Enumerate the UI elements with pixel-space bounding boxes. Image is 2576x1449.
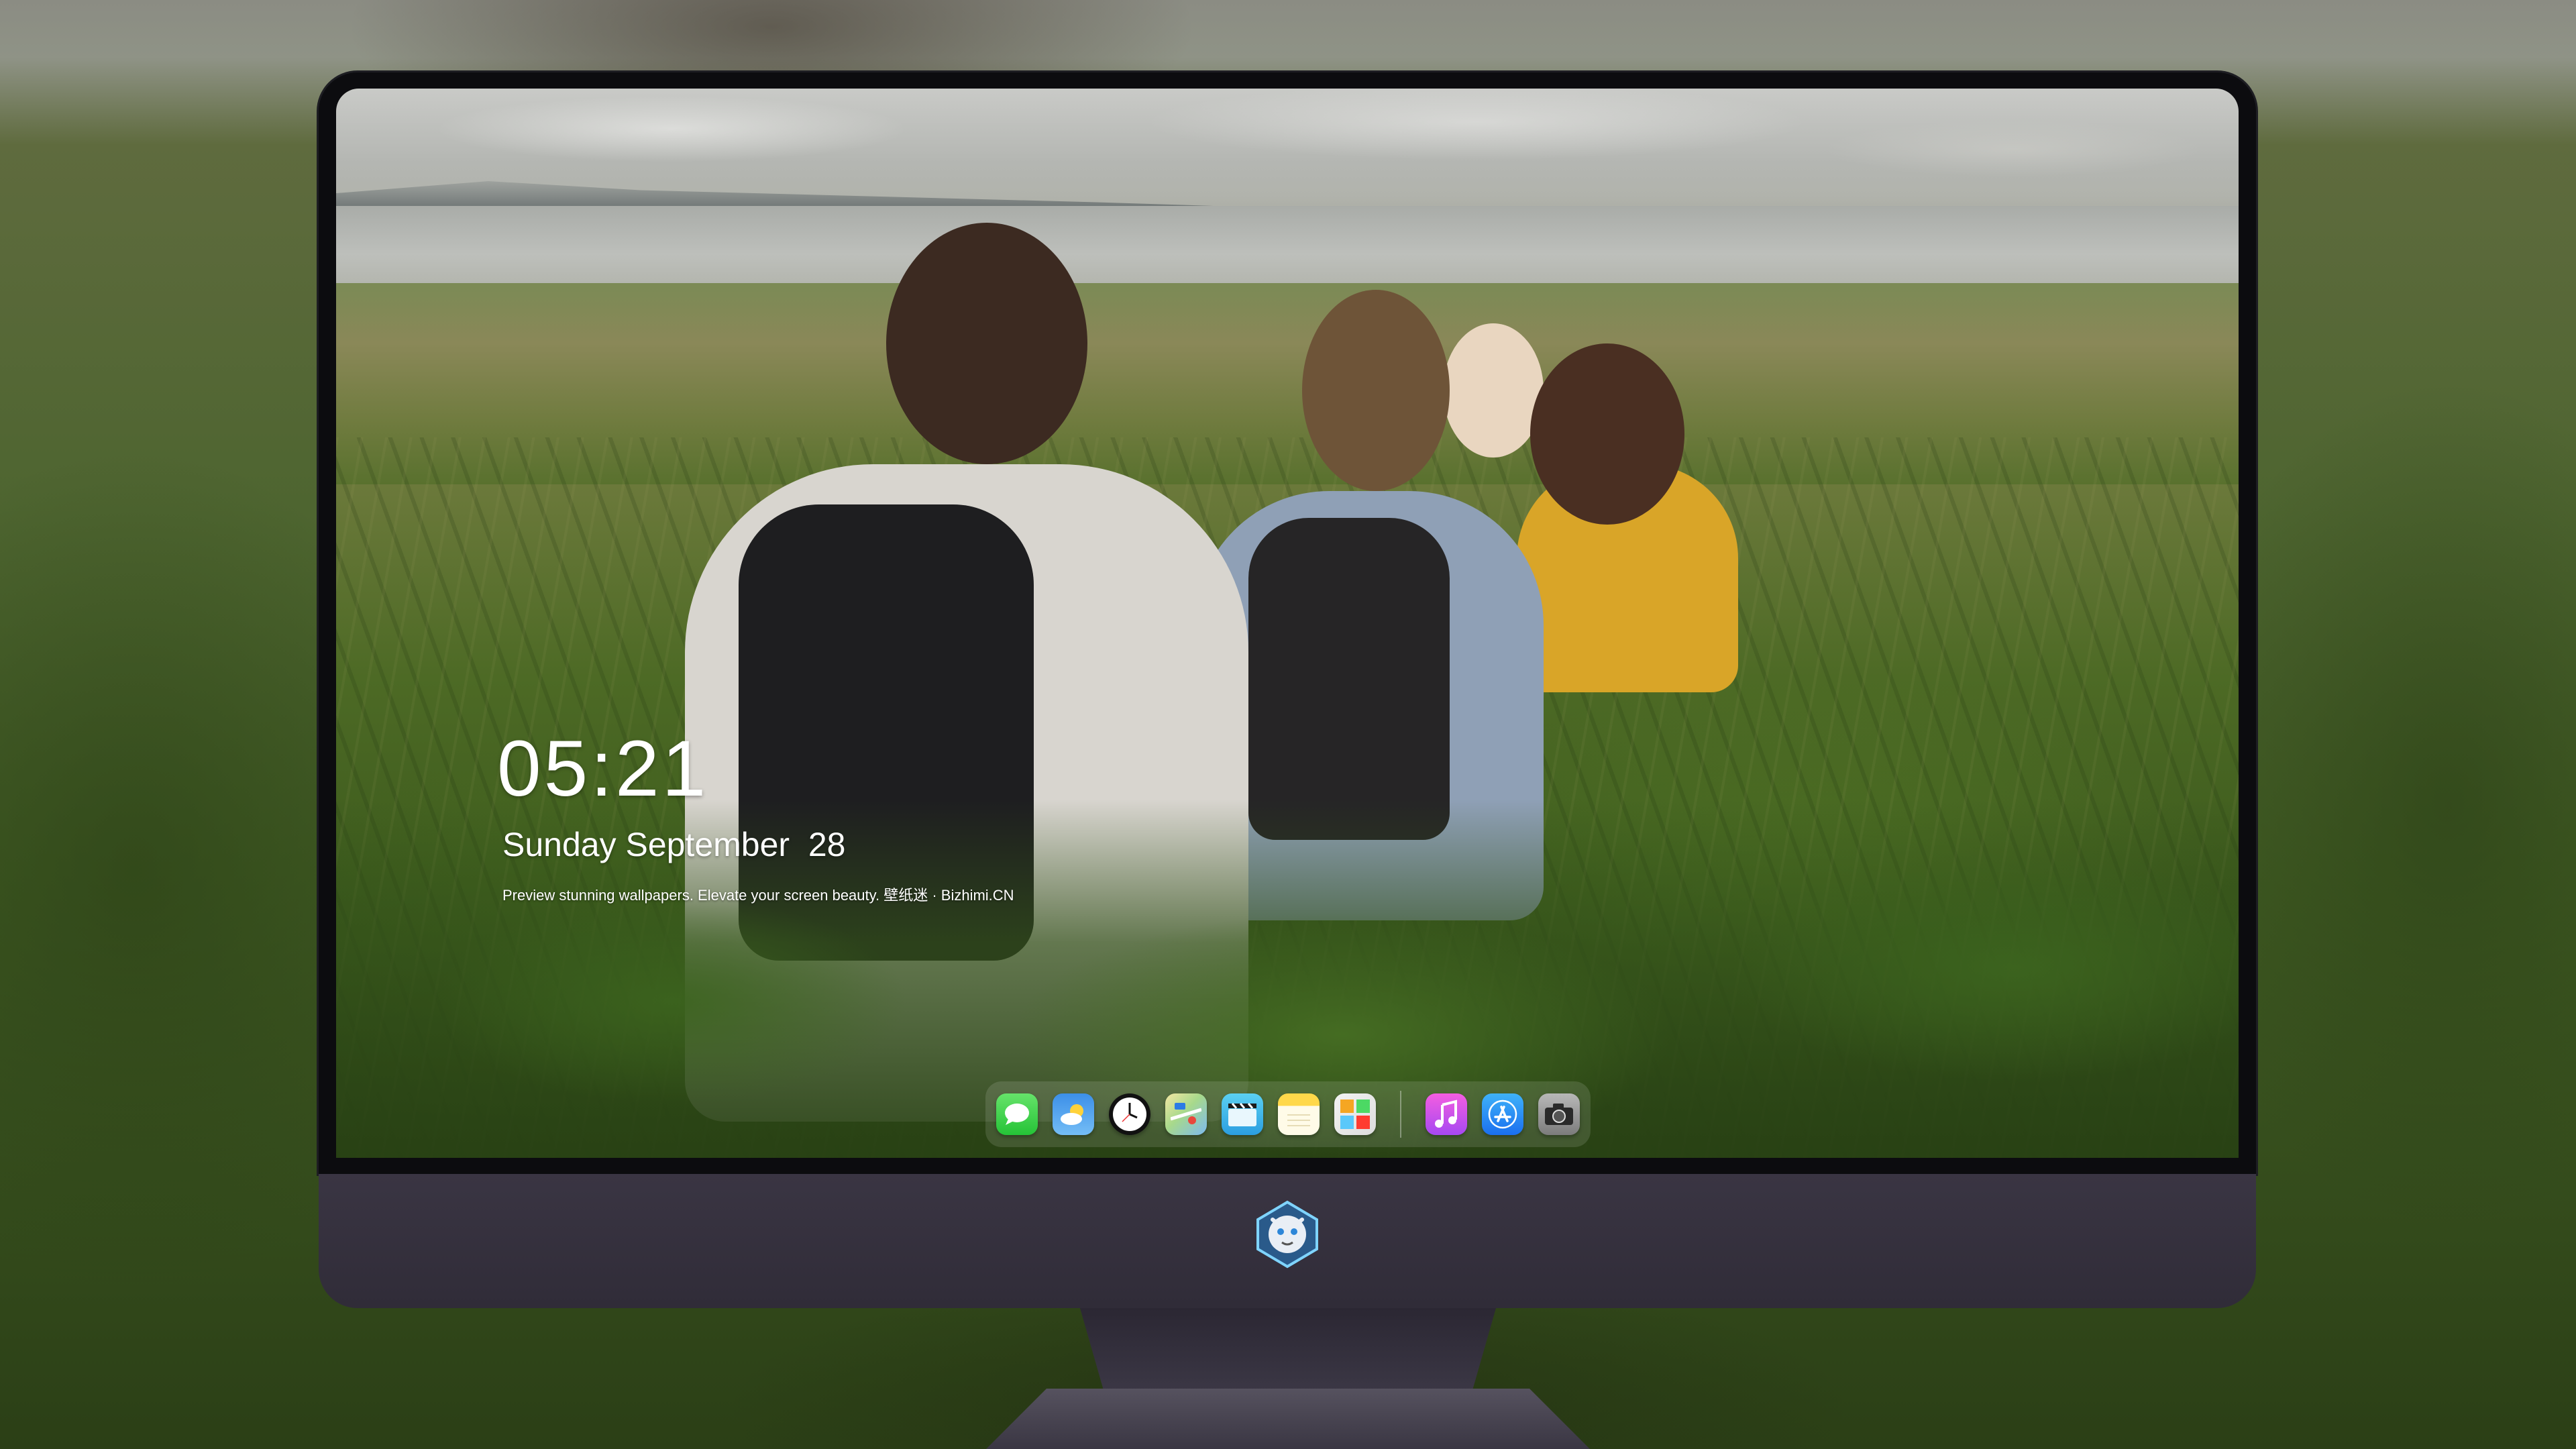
dock [985, 1081, 1591, 1147]
wallpaper-person [886, 223, 1087, 464]
lock-screen-tagline: Preview stunning wallpapers. Elevate you… [502, 887, 1014, 904]
monitor-stand-neck [1080, 1308, 1496, 1395]
app-store-icon[interactable] [1482, 1093, 1523, 1135]
wallpaper-person [1443, 323, 1544, 458]
lock-screen-clock: 05:21 [497, 724, 709, 813]
music-icon[interactable] [1426, 1093, 1467, 1135]
camera-icon[interactable] [1538, 1093, 1580, 1135]
dock-separator [1400, 1091, 1401, 1138]
wallpaper-water [336, 206, 2239, 286]
wallpaper-sky [336, 89, 2239, 196]
clock-icon[interactable] [1109, 1093, 1150, 1135]
mascot-logo-icon [1252, 1199, 1322, 1269]
monitor: 05:21 Sunday September 28 Preview stunni… [319, 72, 2256, 1308]
screen: 05:21 Sunday September 28 Preview stunni… [336, 89, 2239, 1158]
monitor-stand-base [986, 1389, 1590, 1449]
maps-icon[interactable] [1165, 1093, 1207, 1135]
photos-icon[interactable] [1334, 1093, 1376, 1135]
wallpaper-person [1530, 343, 1684, 525]
weather-icon[interactable] [1053, 1093, 1094, 1135]
notes-icon[interactable] [1278, 1093, 1320, 1135]
wallpaper-backpack [1248, 518, 1450, 840]
wallpaper-person [1302, 290, 1450, 491]
messages-icon[interactable] [996, 1093, 1038, 1135]
lock-screen-date: Sunday September 28 [502, 826, 846, 863]
clips-icon[interactable] [1222, 1093, 1263, 1135]
monitor-bezel: 05:21 Sunday September 28 Preview stunni… [319, 72, 2256, 1174]
